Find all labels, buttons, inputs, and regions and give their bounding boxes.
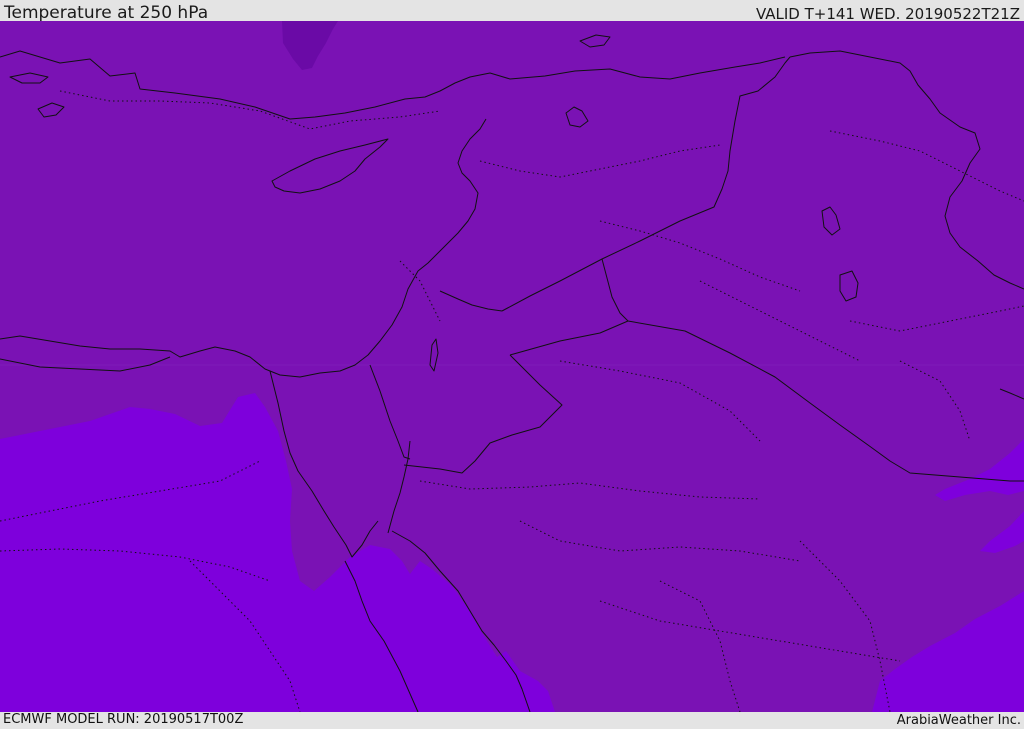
- map-title: Temperature at 250 hPa: [4, 3, 209, 23]
- footer-bar: ECMWF MODEL RUN: 20190517T00Z ArabiaWeat…: [0, 712, 1024, 729]
- model-run-label: ECMWF MODEL RUN: 20190517T00Z: [3, 712, 244, 727]
- header-bar: Temperature at 250 hPa VALID T+141 WED. …: [0, 0, 1024, 23]
- credit-label: ArabiaWeather Inc.: [896, 713, 1021, 728]
- weather-map[interactable]: [0, 21, 1024, 712]
